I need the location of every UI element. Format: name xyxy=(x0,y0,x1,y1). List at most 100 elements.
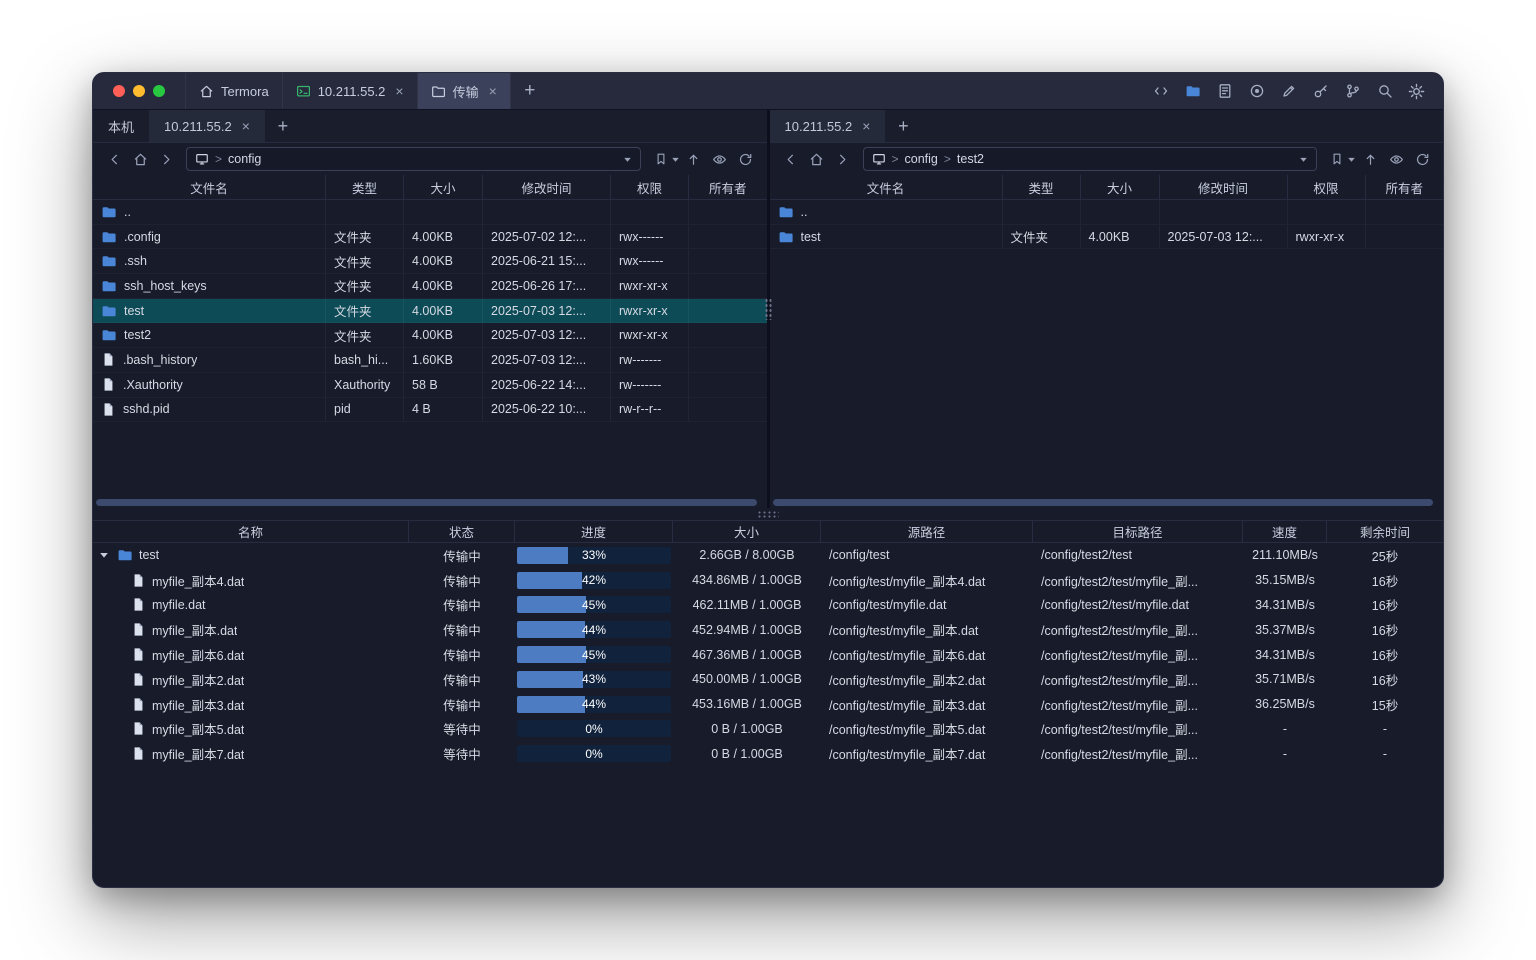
transfer-source-path: /config/test/myfile_副本3.dat xyxy=(821,695,1033,714)
breadcrumb-segment[interactable]: test2 xyxy=(957,152,984,166)
file-icon xyxy=(131,721,146,736)
record-icon[interactable] xyxy=(1244,79,1269,104)
home-icon xyxy=(199,84,214,99)
new-panel-tab-button[interactable]: + xyxy=(265,110,301,142)
branch-icon[interactable] xyxy=(1340,79,1365,104)
bookmark-icon[interactable] xyxy=(649,147,673,171)
column-header[interactable]: 权限 xyxy=(1288,175,1366,199)
column-header[interactable]: 大小 xyxy=(673,521,821,542)
file-row[interactable]: .ssh文件夹4.00KB2025-06-21 15:...rwx------ xyxy=(93,249,767,274)
transfer-row[interactable]: myfile_副本4.dat传输中42%434.86MB / 1.00GB/co… xyxy=(93,568,1443,593)
zoom-window-button[interactable] xyxy=(153,85,165,97)
new-panel-tab-button[interactable]: + xyxy=(885,110,921,142)
column-header[interactable]: 名称 xyxy=(93,521,409,542)
key-icon[interactable] xyxy=(1308,79,1333,104)
file-owner-cell xyxy=(689,323,767,347)
forward-icon[interactable] xyxy=(831,147,855,171)
transfer-row[interactable]: test传输中33%2.66GB / 8.00GB/config/test/co… xyxy=(93,543,1443,568)
file-row[interactable]: test文件夹4.00KB2025-07-03 12:...rwxr-xr-x xyxy=(770,225,1444,250)
file-row[interactable]: .config文件夹4.00KB2025-07-02 12:...rwx----… xyxy=(93,225,767,250)
transfer-row[interactable]: myfile_副本6.dat传输中45%467.36MB / 1.00GB/co… xyxy=(93,642,1443,667)
column-header[interactable]: 所有者 xyxy=(1366,175,1444,199)
column-header[interactable]: 所有者 xyxy=(689,175,767,199)
close-window-button[interactable] xyxy=(113,85,125,97)
column-header[interactable]: 速度 xyxy=(1243,521,1327,542)
file-icon xyxy=(131,647,146,662)
transfer-row[interactable]: myfile_副本3.dat传输中44%453.16MB / 1.00GB/co… xyxy=(93,692,1443,717)
column-header[interactable]: 状态 xyxy=(409,521,515,542)
edit-icon[interactable] xyxy=(1276,79,1301,104)
back-icon[interactable] xyxy=(779,147,803,171)
window-tab[interactable]: 传输× xyxy=(417,73,511,109)
log-icon[interactable] xyxy=(1212,79,1237,104)
column-header[interactable]: 大小 xyxy=(1081,175,1160,199)
close-icon[interactable]: × xyxy=(395,84,403,98)
scrollbar-thumb[interactable] xyxy=(96,499,757,506)
column-header[interactable]: 目标路径 xyxy=(1033,521,1243,542)
show-hidden-icon[interactable] xyxy=(1384,147,1408,171)
transfer-row[interactable]: myfile_副本2.dat传输中43%450.00MB / 1.00GB/co… xyxy=(93,667,1443,692)
home-icon[interactable] xyxy=(805,147,829,171)
column-header[interactable]: 源路径 xyxy=(821,521,1033,542)
file-row[interactable]: .bash_historybash_hi...1.60KB2025-07-03 … xyxy=(93,348,767,373)
transfer-target-path: /config/test2/test xyxy=(1033,548,1243,562)
path-bar[interactable]: >config xyxy=(186,147,641,171)
close-icon[interactable]: × xyxy=(242,119,250,133)
show-hidden-icon[interactable] xyxy=(708,147,732,171)
code-icon[interactable] xyxy=(1148,79,1173,104)
column-header[interactable]: 文件名 xyxy=(93,175,326,199)
chevron-down-icon[interactable] xyxy=(623,155,632,164)
refresh-icon[interactable] xyxy=(1410,147,1434,171)
file-row[interactable]: sshd.pidpid4 B2025-06-22 10:...rw-r--r-- xyxy=(93,398,767,423)
file-name: sshd.pid xyxy=(123,402,170,416)
expand-chevron-icon[interactable] xyxy=(99,550,111,560)
close-icon[interactable]: × xyxy=(489,84,497,98)
panel-tab[interactable]: 10.211.55.2× xyxy=(149,110,265,142)
home-icon[interactable] xyxy=(128,147,152,171)
bookmark-icon[interactable] xyxy=(1325,147,1349,171)
column-header[interactable]: 剩余时间 xyxy=(1327,521,1443,542)
minimize-window-button[interactable] xyxy=(133,85,145,97)
new-window-tab-button[interactable]: + xyxy=(511,73,549,109)
breadcrumb-segment[interactable]: config xyxy=(228,152,261,166)
transfer-row[interactable]: myfile_副本7.dat等待中0%0 B / 1.00GB/config/t… xyxy=(93,741,1443,766)
column-header[interactable]: 文件名 xyxy=(770,175,1003,199)
close-icon[interactable]: × xyxy=(862,119,870,133)
file-row[interactable]: .. xyxy=(93,200,767,225)
forward-icon[interactable] xyxy=(154,147,178,171)
settings-icon[interactable] xyxy=(1404,79,1429,104)
column-header[interactable]: 大小 xyxy=(404,175,483,199)
transfer-row[interactable]: myfile_副本5.dat等待中0%0 B / 1.00GB/config/t… xyxy=(93,717,1443,742)
chevron-down-icon[interactable] xyxy=(1299,155,1308,164)
pane-splitter[interactable] xyxy=(767,110,770,508)
refresh-icon[interactable] xyxy=(734,147,758,171)
upload-icon[interactable] xyxy=(1358,147,1382,171)
file-row[interactable]: .. xyxy=(770,200,1444,225)
column-header[interactable]: 修改时间 xyxy=(1160,175,1288,199)
search-icon[interactable] xyxy=(1372,79,1397,104)
column-header[interactable]: 修改时间 xyxy=(483,175,611,199)
folder-icon[interactable] xyxy=(1180,79,1205,104)
breadcrumb-segment[interactable]: config xyxy=(905,152,938,166)
file-row[interactable]: ssh_host_keys文件夹4.00KB2025-06-26 17:...r… xyxy=(93,274,767,299)
column-header[interactable]: 类型 xyxy=(1003,175,1081,199)
transfer-splitter[interactable] xyxy=(93,508,1443,521)
window-tab[interactable]: 10.211.55.2× xyxy=(282,73,417,109)
window-tab[interactable]: Termora xyxy=(185,73,282,109)
column-header[interactable]: 进度 xyxy=(515,521,673,542)
transfer-row[interactable]: myfile_副本.dat传输中44%452.94MB / 1.00GB/con… xyxy=(93,617,1443,642)
file-row[interactable]: .XauthorityXauthority58 B2025-06-22 14:.… xyxy=(93,373,767,398)
column-header[interactable]: 权限 xyxy=(611,175,689,199)
bookmark-chevron-icon[interactable] xyxy=(1347,155,1356,164)
bookmark-chevron-icon[interactable] xyxy=(671,155,680,164)
panel-tab[interactable]: 10.211.55.2× xyxy=(770,110,886,142)
panel-tab[interactable]: 本机 xyxy=(93,110,149,142)
upload-icon[interactable] xyxy=(682,147,706,171)
back-icon[interactable] xyxy=(102,147,126,171)
file-row[interactable]: test文件夹4.00KB2025-07-03 12:...rwxr-xr-x xyxy=(93,299,767,324)
column-header[interactable]: 类型 xyxy=(326,175,404,199)
file-row[interactable]: test2文件夹4.00KB2025-07-03 12:...rwxr-xr-x xyxy=(93,323,767,348)
scrollbar-thumb[interactable] xyxy=(773,499,1434,506)
path-bar[interactable]: >config>test2 xyxy=(863,147,1318,171)
transfer-row[interactable]: myfile.dat传输中45%462.11MB / 1.00GB/config… xyxy=(93,593,1443,618)
